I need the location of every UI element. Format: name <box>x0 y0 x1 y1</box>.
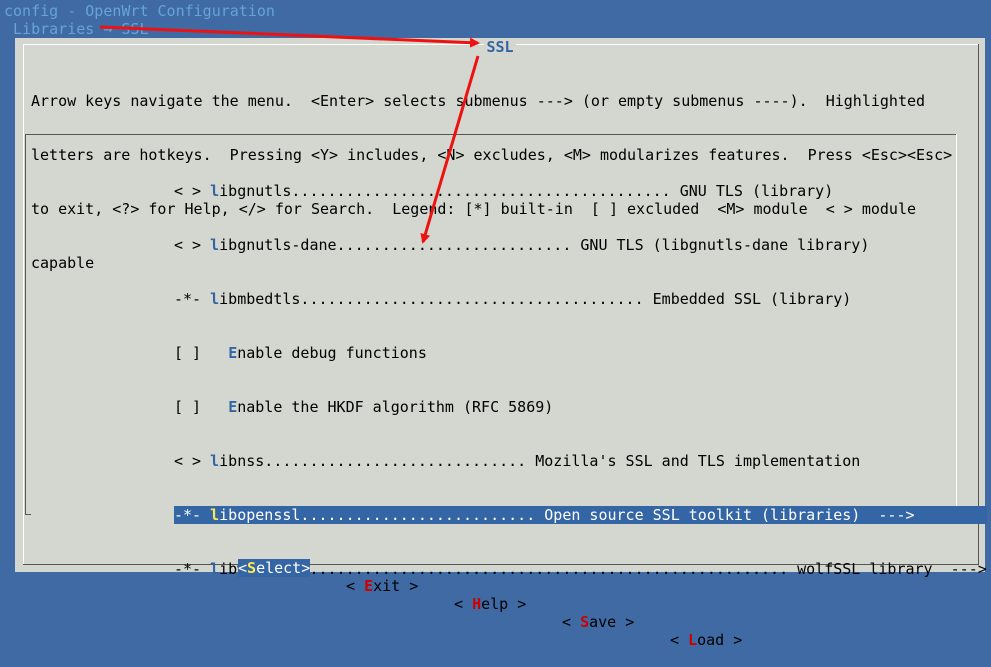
button-hotkey: L <box>688 631 698 649</box>
button-bracket: < <box>670 631 689 649</box>
item-label: nable debug functions <box>237 344 427 362</box>
exit-button[interactable]: < Exit > <box>346 577 418 595</box>
menuconfig-dialog: SSL Arrow keys navigate the menu. <Enter… <box>15 38 987 649</box>
button-label: oad <box>697 631 725 649</box>
item-label: ibgnutls-dane.......................... … <box>219 236 870 254</box>
item-state: < > <box>174 452 211 470</box>
button-bracket: > <box>400 577 419 595</box>
button-label: xit <box>373 577 401 595</box>
button-hotkey: E <box>364 577 374 595</box>
button-hotkey: S <box>247 559 257 577</box>
menu-box-border <box>25 134 26 514</box>
item-hotkey: l <box>210 452 220 470</box>
button-bracket: < <box>562 613 581 631</box>
button-hotkey: H <box>472 595 482 613</box>
button-label: elect <box>256 559 302 577</box>
menu-item-libnss[interactable]: < > libnss............................. … <box>174 452 987 470</box>
item-label: ibnss............................. Mozil… <box>219 452 861 470</box>
item-hotkey: E <box>228 344 238 362</box>
item-state: < > <box>174 236 211 254</box>
item-label: ibopenssl.......................... Open… <box>219 506 861 524</box>
dialog-border-left <box>23 44 24 564</box>
menu-item-libgnutls-dane[interactable]: < > libgnutls-dane......................… <box>174 236 987 254</box>
save-button[interactable]: < Save > <box>562 613 634 631</box>
item-state: [ ] <box>174 344 229 362</box>
item-hotkey: E <box>228 398 238 416</box>
button-bar: <Select> < Exit > < Help > < Save > < Lo… <box>15 541 985 667</box>
item-hotkey: l <box>210 506 220 524</box>
window-title: config - OpenWrt Configuration <box>4 2 275 20</box>
select-button[interactable]: <Select> <box>238 559 311 577</box>
menu-item-debug-functions[interactable]: [ ] Enable debug functions <box>174 344 987 362</box>
menu-box-border <box>25 514 31 515</box>
item-hotkey: l <box>210 182 220 200</box>
help-button[interactable]: < Help > <box>454 595 526 613</box>
button-bracket: < <box>346 577 365 595</box>
item-label: ibgnutls................................… <box>219 182 834 200</box>
item-label: ibmbedtls...............................… <box>219 290 852 308</box>
menu-item-libmbedtls[interactable]: -*- libmbedtls..........................… <box>174 290 987 308</box>
load-button[interactable]: < Load > <box>670 631 742 649</box>
menu-item-libopenssl[interactable]: -*- libopenssl..........................… <box>174 506 987 524</box>
item-hotkey: l <box>210 290 220 308</box>
dialog-title: SSL <box>15 38 985 56</box>
item-state: -*- <box>174 506 211 524</box>
button-bracket: > <box>508 595 527 613</box>
button-bracket: > <box>301 559 311 577</box>
item-state: -*- <box>174 290 211 308</box>
menu-item-hkdf[interactable]: [ ] Enable the HKDF algorithm (RFC 5869) <box>174 398 987 416</box>
help-line: Arrow keys navigate the menu. <Enter> se… <box>31 92 926 110</box>
button-label: ave <box>589 613 617 631</box>
item-label: nable the HKDF algorithm (RFC 5869) <box>237 398 554 416</box>
item-hotkey: l <box>210 236 220 254</box>
dialog-title-text: SSL <box>484 38 516 56</box>
button-hotkey: S <box>580 613 590 631</box>
button-label: elp <box>481 595 509 613</box>
item-state: < > <box>174 182 211 200</box>
item-submenu-marker: ---> <box>860 506 915 524</box>
button-bracket: < <box>238 559 248 577</box>
button-bracket: > <box>616 613 635 631</box>
item-state: [ ] <box>174 398 229 416</box>
menu-item-libgnutls[interactable]: < > libgnutls...........................… <box>174 182 987 200</box>
button-bracket: < <box>454 595 473 613</box>
menu-box-border <box>25 134 957 135</box>
breadcrumb: Libraries → SSL <box>4 20 149 38</box>
button-bracket: > <box>724 631 743 649</box>
